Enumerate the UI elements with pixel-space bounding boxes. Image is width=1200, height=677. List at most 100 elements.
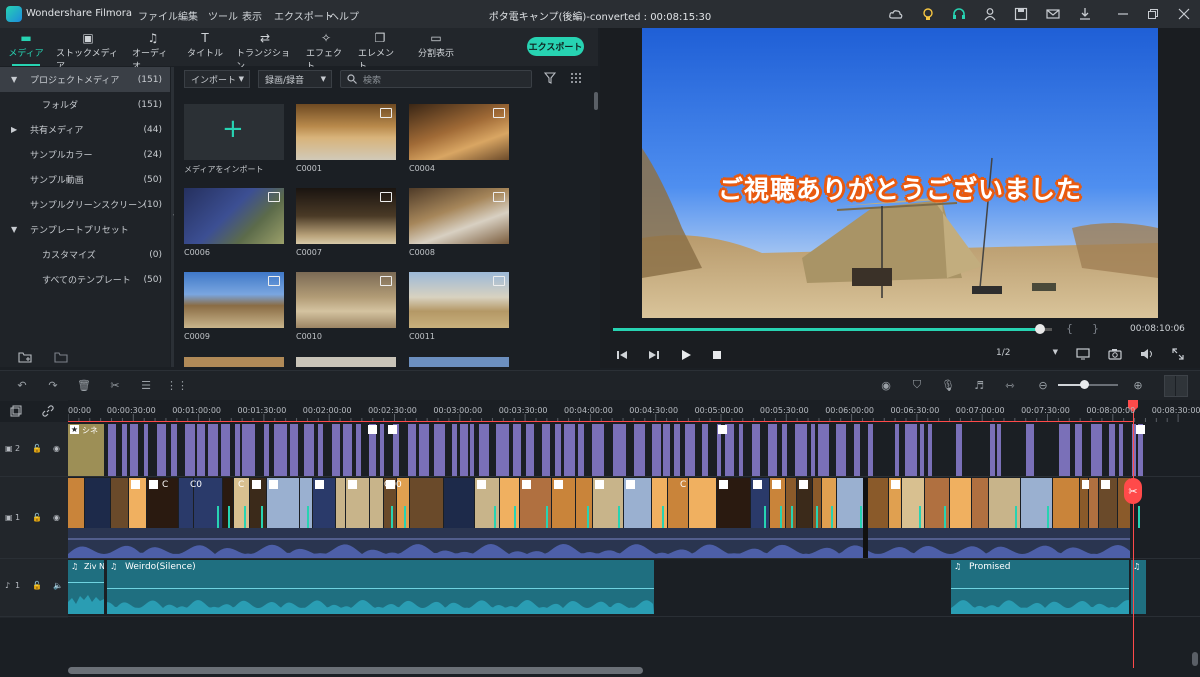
video-clip[interactable] [410, 478, 443, 528]
zoom-in-icon[interactable]: ⊕ [1130, 378, 1146, 392]
fx-clip[interactable] [1119, 424, 1123, 476]
fx-clip[interactable] [836, 424, 846, 476]
timeline-scrollbar[interactable] [68, 667, 643, 674]
tab-title[interactable]: T タイトル [186, 30, 224, 64]
video-clip[interactable] [576, 478, 592, 528]
zoom-slider-handle[interactable] [1080, 380, 1089, 389]
fx-clip[interactable] [990, 424, 995, 476]
tree-item-all-templates[interactable]: すべてのテンプレート (50) [0, 267, 170, 292]
fx-clip[interactable] [854, 424, 860, 476]
fx-clip[interactable] [634, 424, 645, 476]
stop-icon[interactable] [712, 350, 722, 363]
video-clip[interactable] [68, 478, 84, 528]
account-icon[interactable] [982, 6, 998, 22]
fx-clip[interactable] [1059, 424, 1070, 476]
fx-clip[interactable] [956, 424, 962, 476]
fx-clip[interactable] [578, 424, 584, 476]
fx-clip[interactable] [318, 424, 323, 476]
fx-clip[interactable] [920, 424, 924, 476]
fx-clip[interactable] [663, 424, 670, 476]
fx-clip[interactable] [356, 424, 361, 476]
fx-clip[interactable] [419, 424, 429, 476]
fullscreen-icon[interactable] [1172, 348, 1184, 363]
speaker-icon[interactable]: 🔈 [53, 581, 63, 590]
fx-clip[interactable] [304, 424, 314, 476]
video-clip[interactable] [652, 478, 667, 528]
monitor-icon[interactable] [1076, 348, 1090, 363]
tree-item-customize[interactable]: カスタマイズ (0) [0, 242, 170, 267]
snapshot-camera-icon[interactable] [1108, 348, 1122, 363]
prev-frame-icon[interactable] [616, 349, 628, 364]
fx-clip[interactable] [592, 424, 604, 476]
fx-clip[interactable] [130, 424, 138, 476]
tree-item-shared-media[interactable]: ▶ 共有メディア (44) [0, 117, 170, 142]
tree-item-template-presets[interactable]: ▼ テンプレートプリセット [0, 217, 170, 242]
layout-toggle[interactable] [1164, 375, 1188, 397]
fx-clip[interactable] [702, 424, 708, 476]
video-clip[interactable] [866, 478, 888, 528]
fx-clip[interactable] [274, 424, 287, 476]
fx-clip[interactable] [171, 424, 177, 476]
link-icon[interactable] [42, 405, 54, 420]
media-thumb-c0009[interactable] [184, 272, 284, 328]
preview-progress[interactable] [613, 328, 1040, 331]
tab-element[interactable]: ❐ エレメント [358, 30, 402, 72]
fx-clip[interactable] [122, 424, 127, 476]
fit-timeline-icon[interactable]: ⇿ [1002, 378, 1018, 392]
fx-clip[interactable] [513, 424, 521, 476]
headset-icon[interactable] [951, 6, 967, 22]
fx-clip[interactable] [380, 424, 384, 476]
fx-clip[interactable] [928, 424, 932, 476]
video-clip[interactable] [111, 478, 128, 528]
fx-clip[interactable] [1091, 424, 1102, 476]
fx-clip[interactable] [752, 424, 760, 476]
fx-clip[interactable] [526, 424, 534, 476]
mark-out-button[interactable]: } [1092, 322, 1099, 335]
fx-clip[interactable] [235, 424, 240, 476]
adjust-icon[interactable]: ☰ [138, 378, 154, 392]
tree-item-project-media[interactable]: ▼ プロジェクトメディア (151) [0, 67, 170, 92]
video-clip[interactable] [1053, 478, 1079, 528]
video-clip[interactable] [300, 478, 312, 528]
fx-clip[interactable] [264, 424, 269, 476]
fx-clip[interactable] [479, 424, 489, 476]
media-thumb-c0010[interactable] [296, 272, 396, 328]
export-button[interactable]: エクスポート [527, 37, 584, 56]
media-thumb-partial[interactable] [296, 357, 396, 367]
fx-clip[interactable] [1109, 424, 1115, 476]
fx-clip[interactable] [242, 424, 255, 476]
import-dropdown[interactable]: インポート ▼ [184, 70, 250, 88]
tab-transition[interactable]: ⇄ トランジション [236, 30, 294, 72]
media-thumb-c0006[interactable] [184, 188, 284, 244]
next-frame-icon[interactable] [648, 349, 660, 364]
fx-clip[interactable] [905, 424, 917, 476]
fx-clip[interactable] [452, 424, 457, 476]
delete-icon[interactable]: 🗑 [76, 378, 92, 392]
chevron-right-icon[interactable]: ▶ [11, 125, 17, 134]
video-clip[interactable] [822, 478, 836, 528]
video-clip[interactable] [370, 478, 383, 528]
fx-clip[interactable] [868, 424, 873, 476]
tab-audio[interactable]: ♫ オーディオ [132, 30, 174, 72]
redo-icon[interactable]: ↷ [45, 378, 61, 392]
tree-item-folder[interactable]: フォルダ (151) [0, 92, 170, 117]
video-clip[interactable] [1089, 478, 1098, 528]
search-input[interactable]: 検索 [340, 70, 532, 88]
media-thumb-c0001[interactable] [296, 104, 396, 160]
eye-icon[interactable]: ◉ [53, 444, 60, 453]
fx-clip[interactable] [555, 424, 561, 476]
fx-clip[interactable] [818, 424, 829, 476]
marker-icon[interactable]: ⛉ [909, 378, 925, 392]
volume-icon[interactable] [1140, 348, 1154, 363]
audio-mixer-icon[interactable]: ♬ [971, 378, 987, 392]
save-icon[interactable] [1013, 6, 1029, 22]
fx-clip[interactable] [332, 424, 340, 476]
fx-clip[interactable] [108, 424, 116, 476]
mail-icon[interactable] [1045, 6, 1061, 22]
playhead[interactable] [1133, 400, 1134, 668]
video-clip[interactable] [444, 478, 474, 528]
media-thumb-partial[interactable] [184, 357, 284, 367]
media-thumb-c0007[interactable] [296, 188, 396, 244]
fx-clip[interactable] [460, 424, 468, 476]
tab-stock-media[interactable]: ▣ ストックメディア [56, 30, 120, 72]
